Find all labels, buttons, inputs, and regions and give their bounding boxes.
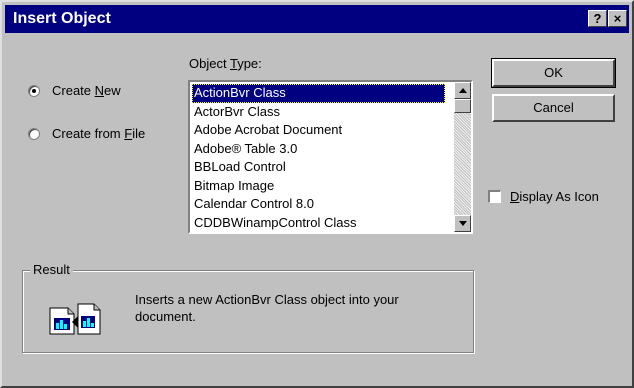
create-from-file-option[interactable]: Create from File xyxy=(28,126,145,141)
arrow-up-icon xyxy=(459,88,467,93)
create-from-file-radio[interactable] xyxy=(28,127,40,140)
result-description: Inserts a new ActionBvr Class object int… xyxy=(135,291,435,325)
scroll-up-button[interactable] xyxy=(454,82,471,99)
list-item[interactable]: ActionBvr Class xyxy=(192,84,445,103)
cancel-button[interactable]: Cancel xyxy=(492,94,615,122)
display-as-icon-label: Display As Icon xyxy=(510,189,599,204)
close-button[interactable]: × xyxy=(608,10,627,27)
scroll-thumb[interactable] xyxy=(454,99,471,113)
result-text-line: document. xyxy=(135,309,196,324)
list-item[interactable]: BBLoad Control xyxy=(192,158,445,177)
create-from-file-label: Create from File xyxy=(52,126,146,141)
help-button[interactable]: ? xyxy=(588,10,607,27)
list-item[interactable]: CDDBWinampControl Class xyxy=(192,214,445,233)
insert-object-dialog: Insert Object ? × Create New Create from… xyxy=(0,0,634,388)
list-item[interactable]: Calendar Control 8.0 xyxy=(192,195,445,214)
vertical-scrollbar[interactable] xyxy=(454,82,471,232)
object-type-list[interactable]: ActionBvr Class ActorBvr Class Adobe Acr… xyxy=(188,80,473,234)
object-type-label: Object Type: xyxy=(189,56,262,71)
display-as-icon-option[interactable]: Display As Icon xyxy=(488,189,599,204)
create-new-radio[interactable] xyxy=(28,84,40,97)
ok-button[interactable]: OK xyxy=(491,58,616,88)
arrow-down-icon xyxy=(459,221,467,226)
help-icon: ? xyxy=(593,11,602,26)
list-item[interactable]: Adobe® Table 3.0 xyxy=(192,140,445,159)
list-item[interactable]: Adobe Acrobat Document xyxy=(192,121,445,140)
create-new-option[interactable]: Create New xyxy=(28,83,121,98)
result-group-label: Result xyxy=(30,261,73,279)
object-type-items: ActionBvr Class ActorBvr Class Adobe Acr… xyxy=(192,84,445,232)
scroll-down-button[interactable] xyxy=(454,215,471,232)
dialog-title: Insert Object xyxy=(13,10,111,27)
title-bar[interactable]: Insert Object ? × xyxy=(5,5,629,33)
list-item[interactable]: Bitmap Image xyxy=(192,177,445,196)
new-object-icon xyxy=(48,302,106,339)
list-item[interactable]: ActorBvr Class xyxy=(192,103,445,122)
create-new-label: Create New xyxy=(52,83,121,98)
close-icon: × xyxy=(613,11,622,26)
result-text-line: Inserts a new ActionBvr Class object int… xyxy=(135,292,399,307)
display-as-icon-checkbox[interactable] xyxy=(488,190,501,203)
